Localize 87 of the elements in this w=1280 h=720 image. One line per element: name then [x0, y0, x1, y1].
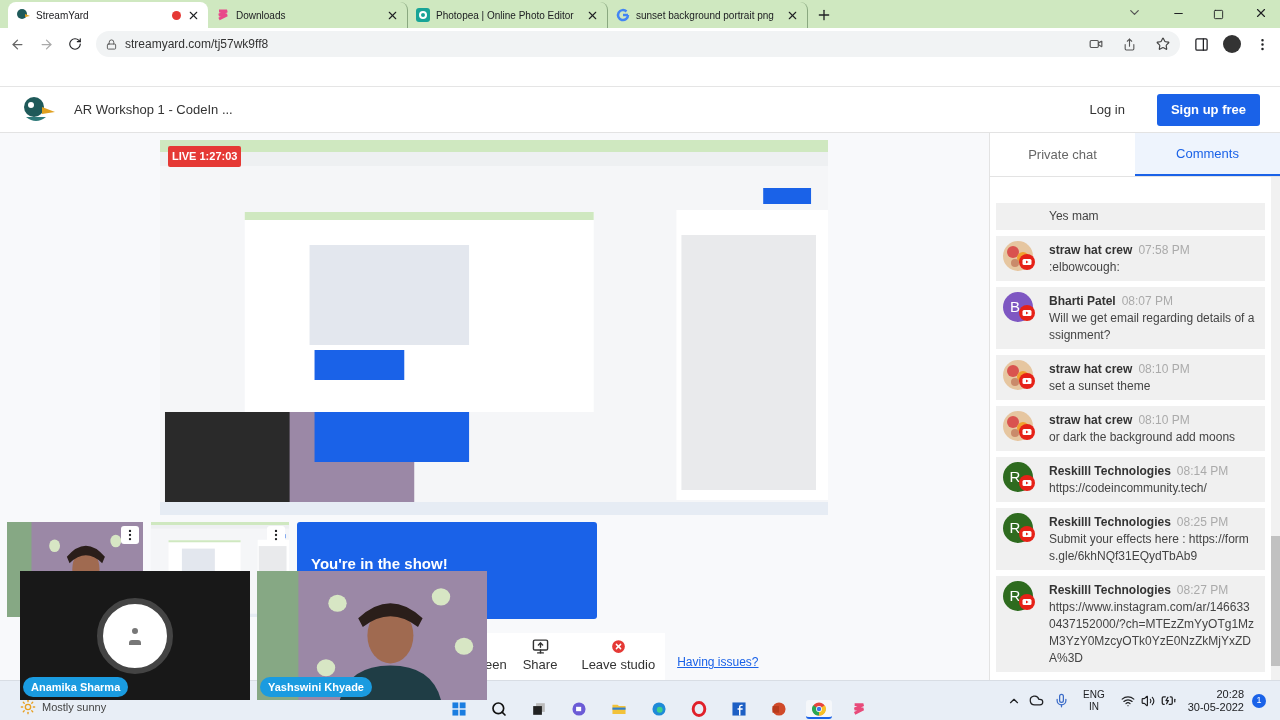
author-name: straw hat crew — [1049, 242, 1133, 259]
message-text: Yes mam — [1049, 208, 1100, 225]
microphone-icon[interactable] — [1054, 693, 1070, 708]
message-text: https://codeincommunity.tech/ — [1049, 480, 1208, 497]
clock-time: 20:28 — [1216, 687, 1244, 701]
youtube-badge-icon — [1019, 254, 1035, 270]
message-text: Submit your effects here : https://forms.gle/6khNQf31EQydTbAb9 — [1049, 531, 1250, 565]
having-issues-link[interactable]: Having issues? — [677, 653, 759, 671]
weather-icon[interactable] — [20, 698, 36, 715]
back-icon[interactable] — [10, 36, 25, 52]
volume-icon[interactable] — [1140, 693, 1155, 708]
log-in-button[interactable]: Log in — [1089, 99, 1125, 120]
wifi-icon[interactable] — [1120, 693, 1135, 708]
message-time: 08:25 PM — [1176, 514, 1229, 531]
share-icon[interactable] — [1123, 37, 1136, 51]
tab-title: Downloads — [236, 8, 287, 23]
tab-title: sunset background portrait png — [636, 8, 775, 23]
address-bar[interactable]: streamyard.com/tj57wk9ff8 — [96, 31, 1180, 57]
task-view-icon[interactable] — [531, 700, 547, 717]
message-time: 08:07 PM — [1121, 293, 1174, 310]
leave-studio-button[interactable]: Leave studio — [571, 633, 666, 680]
browser-tab[interactable]: StreamYard — [8, 2, 208, 28]
clock-date: 30-05-2022 — [1187, 700, 1244, 714]
s-logo-icon — [216, 8, 230, 22]
message-text: set a sunset theme — [1049, 378, 1152, 395]
profile-avatar[interactable] — [1223, 35, 1241, 53]
facebook-icon[interactable] — [731, 700, 747, 717]
author-name: straw hat crew — [1049, 412, 1133, 429]
scrollbar[interactable] — [1271, 177, 1280, 680]
close-icon[interactable] — [1254, 6, 1268, 20]
chat-tab[interactable]: Comments — [1135, 133, 1280, 176]
presentation-app-icon[interactable] — [771, 700, 787, 717]
youtube-badge-icon — [1019, 475, 1035, 491]
video-chat-icon[interactable] — [571, 700, 587, 717]
close-icon — [609, 638, 627, 656]
share-screen-icon — [531, 638, 549, 656]
chat-tab[interactable]: Private chat — [990, 133, 1135, 176]
weather-text: Mostly sunny — [42, 700, 108, 716]
duck-icon — [16, 8, 30, 22]
tab-title: Photopea | Online Photo Editor — [436, 8, 575, 23]
language-text: ENG — [1083, 688, 1105, 701]
message-time: 08:10 PM — [1138, 361, 1190, 378]
photopea-logo-icon — [416, 8, 430, 22]
sign-up-button[interactable]: Sign up free — [1156, 93, 1260, 126]
author-name: Reskilll Technologies — [1049, 514, 1171, 531]
youtube-badge-icon — [1019, 424, 1035, 440]
s-logo-icon[interactable] — [851, 700, 867, 717]
reload-icon[interactable] — [68, 37, 82, 51]
youtube-badge-icon — [1019, 373, 1035, 389]
google-logo-icon — [616, 8, 630, 22]
author-name: straw hat crew — [1049, 361, 1133, 378]
maximize-icon[interactable] — [1213, 9, 1224, 20]
author-name: Reskilll Technologies — [1049, 582, 1171, 599]
lock-icon — [106, 38, 117, 50]
author-name: Bharti Patel — [1049, 293, 1116, 310]
message-time: 08:14 PM — [1176, 463, 1229, 480]
workshop-title: AR Workshop 1 - CodeIn ... — [74, 100, 234, 119]
youtube-badge-icon — [1019, 305, 1035, 321]
more-options-button[interactable] — [121, 526, 139, 544]
banner-text: You're in the show! — [311, 554, 448, 575]
author-name: Reskilll Technologies — [1049, 463, 1171, 480]
tab-title: StreamYard — [36, 8, 90, 23]
bookmark-star-icon[interactable] — [1156, 37, 1170, 51]
side-panel-icon[interactable] — [1194, 36, 1209, 52]
message-time: 08:27 PM — [1176, 582, 1229, 599]
camera-icon[interactable] — [1089, 37, 1103, 51]
new-tab-icon[interactable] — [816, 7, 832, 23]
message-time: 08:10 PM — [1138, 412, 1190, 429]
region-text: IN — [1088, 700, 1099, 713]
share-button[interactable]: Share — [508, 633, 572, 680]
youtube-badge-icon — [1019, 594, 1035, 610]
edge-browser-icon[interactable] — [651, 700, 667, 717]
search-icon[interactable] — [491, 700, 507, 717]
windows-start-icon[interactable] — [451, 700, 467, 717]
message-text: or dark the background add moons — [1049, 429, 1237, 446]
battery-icon[interactable] — [1160, 693, 1176, 708]
chrome-browser-icon[interactable] — [811, 700, 827, 717]
message-text: :elbowcough: — [1049, 259, 1121, 276]
opera-browser-icon[interactable] — [691, 700, 707, 717]
message-time: 07:58 PM — [1138, 242, 1190, 259]
url-text: streamyard.com/tj57wk9ff8 — [125, 36, 270, 53]
message-text: Will we get email regarding details of assignment? — [1049, 310, 1255, 344]
cloud-icon[interactable] — [1029, 693, 1045, 708]
youtube-badge-icon — [1019, 526, 1035, 542]
live-badge: LIVE 1:27:03 — [168, 146, 242, 167]
notification-badge[interactable]: 1 — [1252, 693, 1266, 708]
message-text: https://www.instagram.com/ar/1466330437152000/?ch=MTEzZmYyOTg1MzM3YzY0MzcyOTk0YzE0NzZkMjYxZDA%3D — [1049, 599, 1255, 667]
